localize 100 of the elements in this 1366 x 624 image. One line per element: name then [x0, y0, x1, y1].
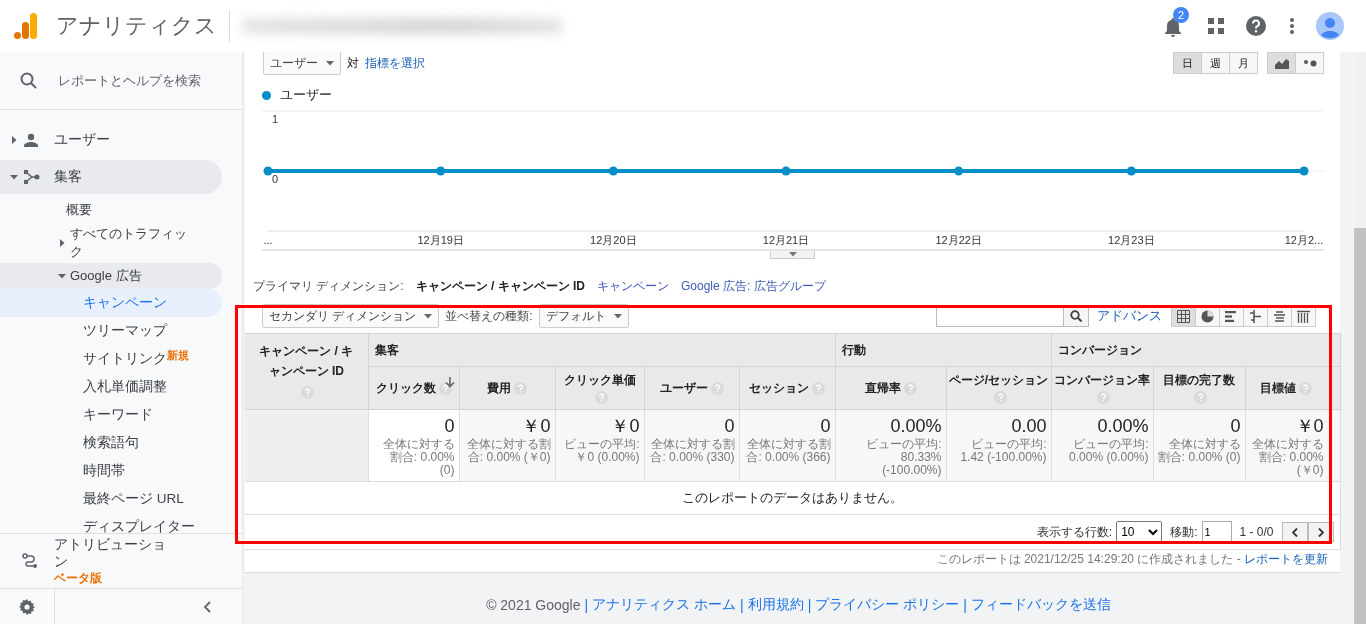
sort-arrow-icon[interactable]: [444, 377, 455, 388]
x-axis-label: 12月23日: [1108, 234, 1155, 246]
data-point: [1299, 166, 1309, 176]
nav-item[interactable]: ツリーマップ: [0, 317, 222, 345]
interval-tab[interactable]: 日: [1173, 52, 1202, 74]
avatar-icon[interactable]: [1316, 12, 1344, 40]
search-icon[interactable]: [20, 72, 37, 89]
nav-item[interactable]: ユーザー: [0, 123, 222, 157]
column-header[interactable]: コンバージョン率: [1054, 372, 1150, 390]
nav-item[interactable]: すべてのトラフィック: [0, 223, 222, 263]
total-note: 全体に対する割合: 0.00% (366): [745, 438, 831, 464]
empty-message: このレポートのデータはありません。: [681, 490, 903, 505]
comparison-icon: [1249, 309, 1262, 323]
nav-item[interactable]: キーワード: [0, 401, 222, 429]
total-note: 全体に対する割合: 0.00% (330): [649, 438, 735, 464]
range-label: 1 - 0/0: [1239, 525, 1274, 539]
nav-item[interactable]: 最終ページ URL: [0, 485, 222, 513]
column-header[interactable]: クリック数: [375, 379, 436, 397]
total-note: ビューの平均: 80.33% (-100.00%): [865, 438, 942, 477]
nav-item[interactable]: 集客: [0, 160, 222, 194]
total-value: ￥0: [521, 416, 551, 436]
pie-chart-icon: [1201, 309, 1214, 323]
bars-icon: [1225, 309, 1238, 323]
nav-item[interactable]: Google 広告: [0, 263, 222, 289]
refresh-link[interactable]: レポートを更新: [1244, 552, 1328, 566]
collapse-icon[interactable]: [203, 600, 211, 613]
column-header[interactable]: 費用: [487, 379, 511, 397]
footer-link[interactable]: アナリティクス ホーム: [592, 595, 737, 614]
nav-item[interactable]: ディスプレイター: [0, 513, 222, 533]
chart-type-button[interactable]: [1295, 52, 1324, 74]
apps-icon[interactable]: [1208, 18, 1224, 34]
nav-item[interactable]: 入札単価調整: [0, 373, 222, 401]
nav-item[interactable]: 検索語句: [0, 429, 222, 457]
column-header[interactable]: クリック単価: [563, 372, 636, 390]
separator-mark: |: [963, 596, 967, 613]
product-name: アナリティクス: [56, 12, 217, 40]
total-note: 全体に対する割合: 0.00% (￥0): [465, 438, 551, 464]
column-header[interactable]: セッション: [749, 379, 809, 397]
search-link[interactable]: レポートとヘルプを検索: [58, 71, 201, 90]
rows-label: 表示する行数:: [1036, 523, 1113, 541]
sort-dropdown[interactable]: デフォルト: [538, 304, 629, 328]
versus-label: 対: [347, 54, 359, 72]
chart-type-button[interactable]: [1267, 52, 1296, 74]
goto-field[interactable]: 1: [1201, 521, 1232, 543]
data-point: [1126, 166, 1136, 176]
total-note: ビューの平均: 1.42 (-100.00%): [959, 438, 1047, 464]
scrollbar-thumb[interactable]: [1354, 228, 1366, 624]
total-value: ￥0: [610, 416, 640, 436]
goto-label: 移動:: [1170, 523, 1198, 541]
data-point: [263, 166, 273, 176]
dimension-option[interactable]: キャンペーン / キャンペーン ID: [415, 277, 585, 295]
interval-tab[interactable]: 週: [1201, 52, 1230, 74]
column-header[interactable]: ユーザー: [659, 379, 708, 397]
beta-label: ベータ版: [54, 569, 103, 587]
rows-select[interactable]: 10: [1116, 521, 1163, 543]
previous-button[interactable]: [1281, 522, 1308, 542]
y-axis-label: 1: [272, 113, 279, 125]
help-icon[interactable]: [1246, 16, 1266, 36]
settings-icon[interactable]: [19, 598, 35, 615]
total-value: 0: [723, 416, 735, 436]
footer-link[interactable]: プライバシー ポリシー: [815, 595, 960, 614]
secondary-dimension-dropdown[interactable]: セカンダリ ディメンション: [262, 304, 440, 328]
total-note: 全体に対する割合: 0.00% (0): [381, 438, 455, 477]
nav-item[interactable]: キャンペーン: [0, 289, 222, 317]
footer-link[interactable]: 利用規約: [747, 595, 804, 614]
search-icon: [1070, 310, 1082, 322]
column-header[interactable]: 直帰率: [864, 379, 901, 397]
separator-mark: |: [807, 596, 812, 613]
nav-item[interactable]: アトリビューション: [54, 535, 166, 570]
chevron-left-icon: [1291, 527, 1298, 537]
data-point: [436, 166, 446, 176]
nav-item[interactable]: 概要: [0, 197, 222, 223]
total-value: 0.00%: [1096, 416, 1149, 436]
more-icon[interactable]: [1290, 18, 1294, 34]
dimension-option[interactable]: キャンペーン: [597, 277, 669, 295]
footer-link[interactable]: フィードバックを送信: [970, 595, 1111, 614]
total-value: 0: [443, 416, 455, 436]
notifications-icon[interactable]: [1164, 17, 1182, 37]
help-icon[interactable]: [438, 381, 452, 395]
total-note: 全体に対する割合: 0.00% (0): [1157, 438, 1241, 464]
logo-icon: [14, 13, 38, 39]
dimension-option[interactable]: Google 広告: 広告グループ: [681, 277, 826, 295]
column-header[interactable]: ページ/セッション: [948, 372, 1049, 390]
legend-label: ユーザー: [280, 86, 332, 104]
total-value: 0: [819, 416, 831, 436]
x-axis-label: 12月22日: [935, 234, 982, 246]
group-header: コンバージョン: [1057, 342, 1142, 357]
bubbles-icon: [1302, 59, 1317, 67]
column-header[interactable]: 目標の完了数: [1163, 372, 1235, 390]
metric-dropdown[interactable]: ユーザー: [263, 51, 341, 75]
advanced-link[interactable]: アドバンス: [1097, 307, 1162, 325]
column-header[interactable]: キャンペーン / キャンペーン ID: [256, 340, 357, 381]
nav-item[interactable]: 時間帯: [0, 457, 222, 485]
total-note: ビューの平均: ￥0 (0.00%): [563, 438, 640, 464]
column-header[interactable]: 目標値: [1259, 379, 1296, 397]
primary-dimension-label: プライマリ ディメンション:: [253, 277, 404, 295]
select-metric-link[interactable]: 指標を選択: [365, 54, 425, 72]
expand-handle[interactable]: [770, 251, 815, 259]
interval-tab[interactable]: 月: [1229, 52, 1258, 74]
caret-icon: [424, 313, 433, 319]
